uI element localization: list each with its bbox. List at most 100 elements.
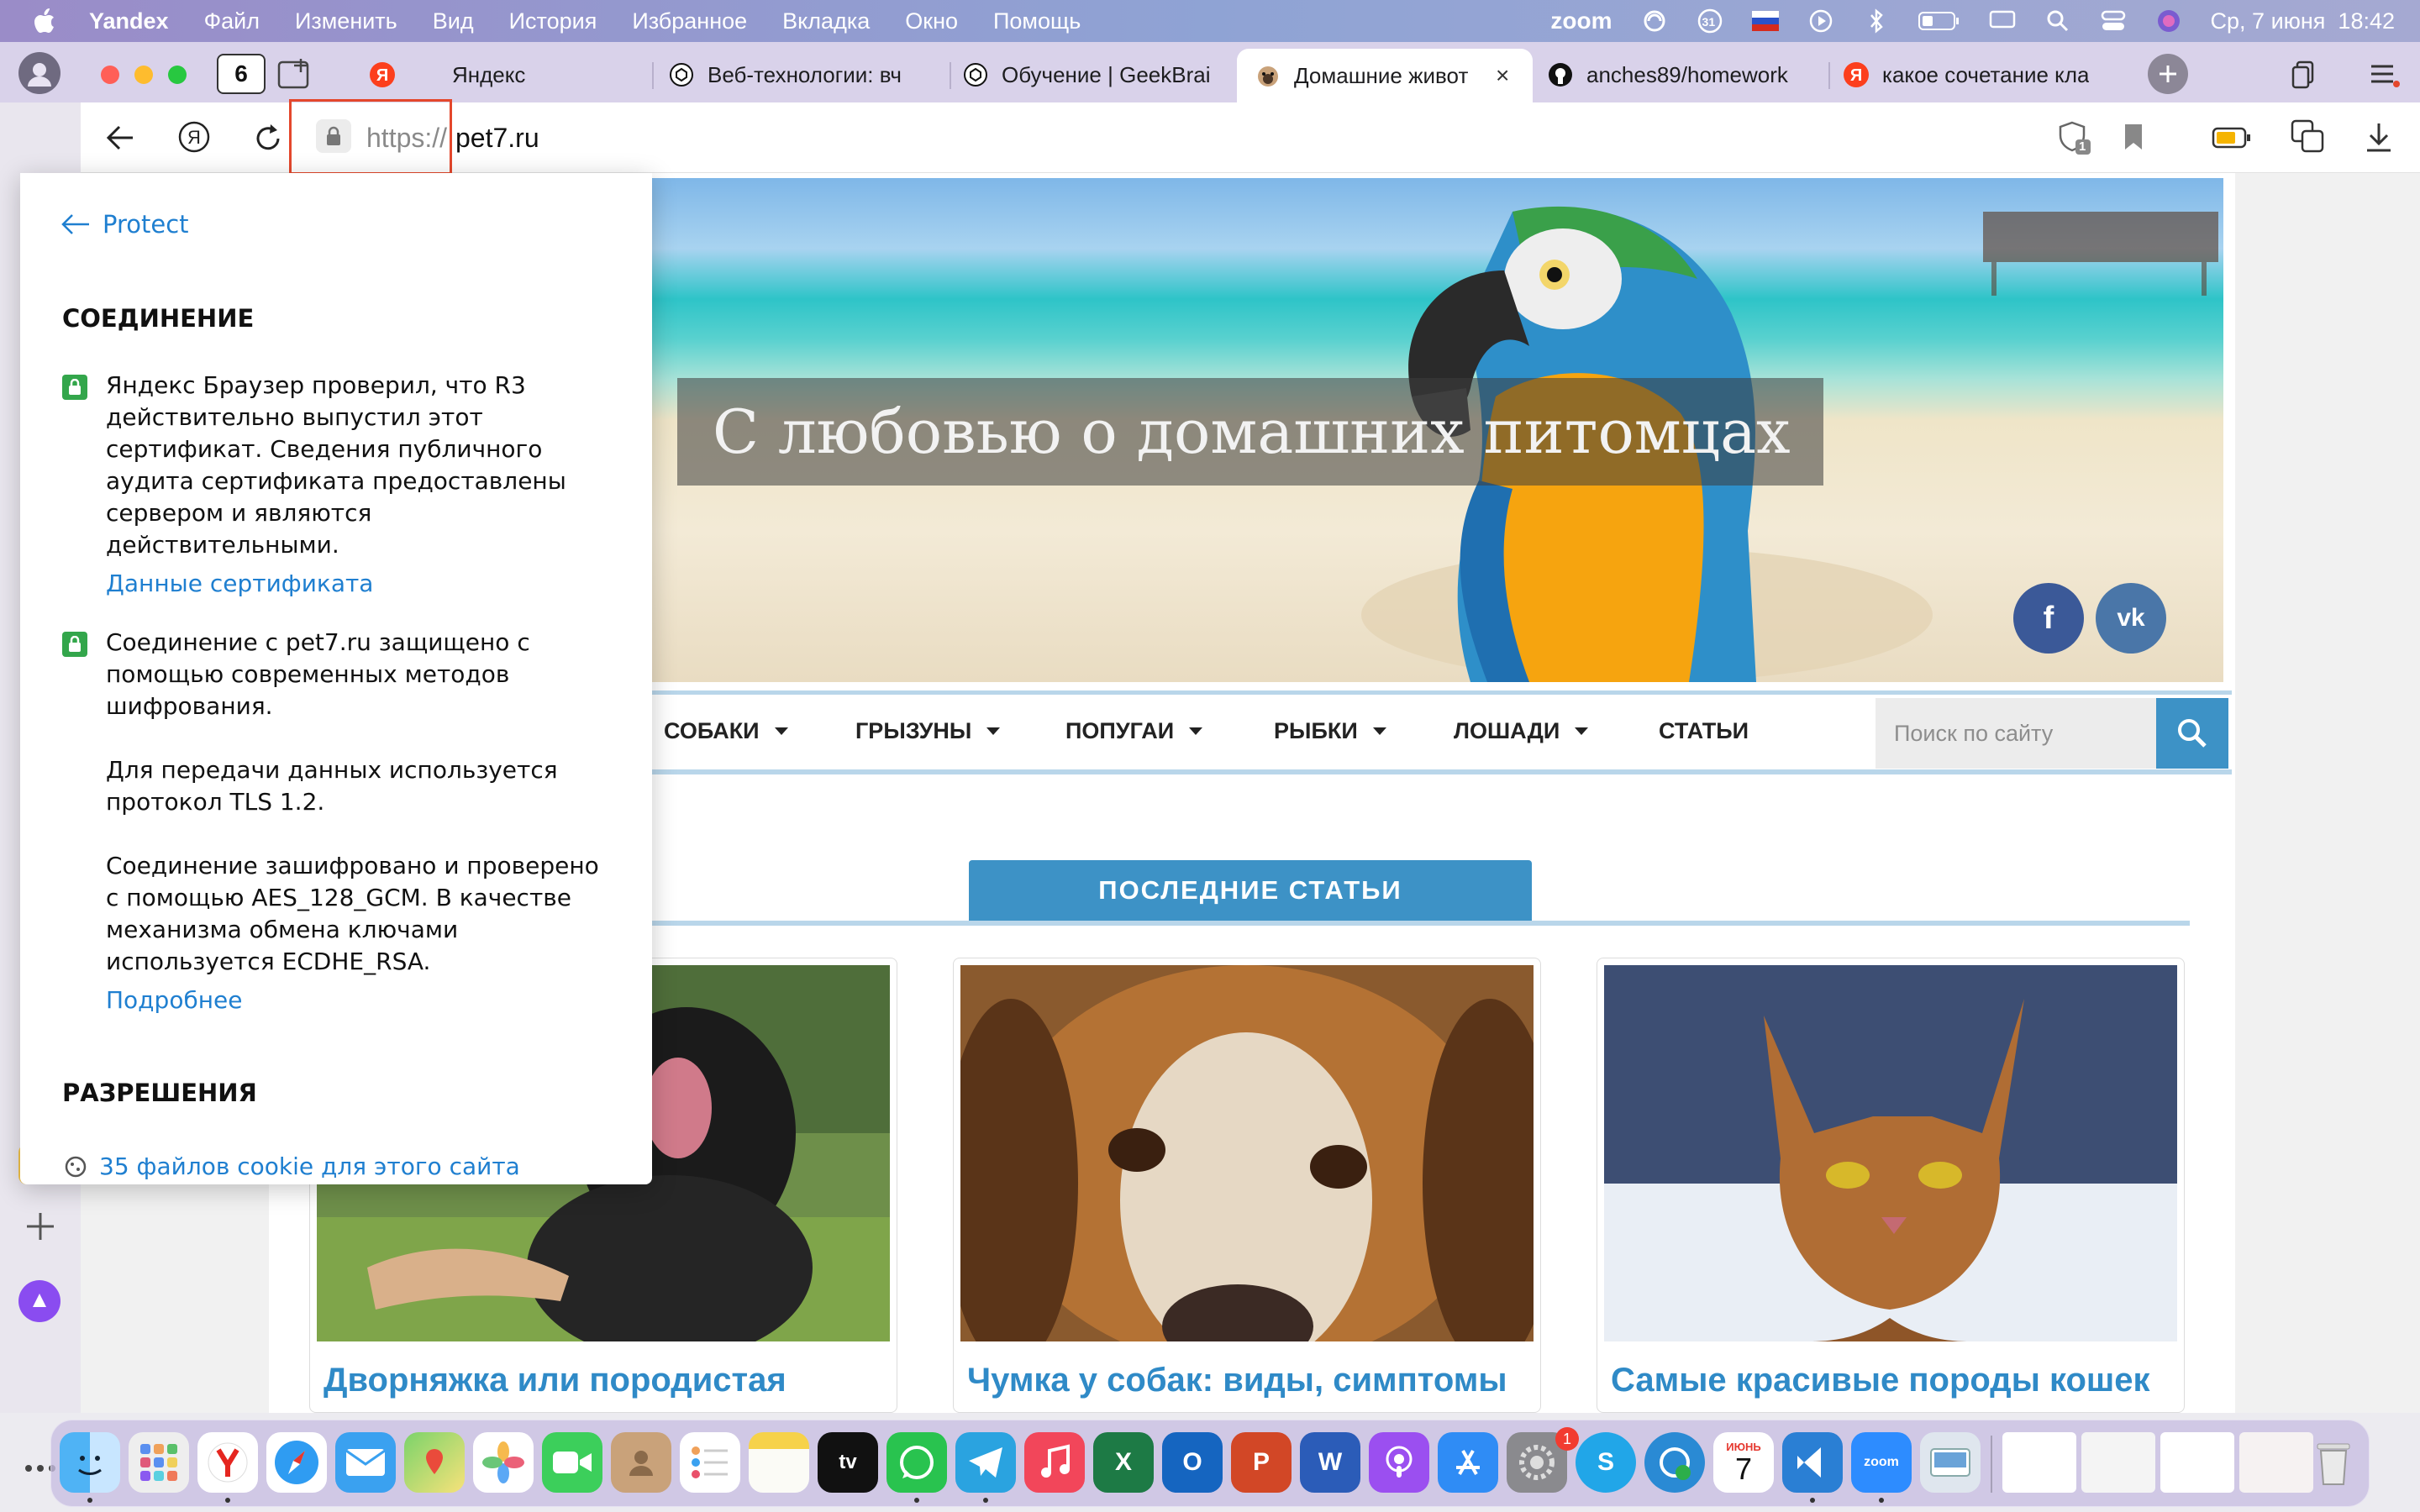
- translate-icon[interactable]: [2291, 119, 2324, 153]
- tab-pets-active[interactable]: Домашние живот ×: [1237, 49, 1533, 102]
- media-play-icon[interactable]: [1807, 8, 1834, 34]
- reload-button[interactable]: [252, 121, 284, 155]
- download-manager-icon[interactable]: [1644, 1432, 1705, 1493]
- menubar-datetime[interactable]: Ср, 7 июня 18:42: [2211, 8, 2395, 34]
- bluetooth-icon[interactable]: [1863, 8, 1890, 34]
- app-store-icon[interactable]: [1438, 1432, 1498, 1493]
- contacts-icon[interactable]: [611, 1432, 671, 1493]
- cookies-link[interactable]: 35 файлов cookie для этого сайта: [99, 1152, 520, 1180]
- skype-icon[interactable]: S: [1576, 1432, 1636, 1493]
- mail-icon[interactable]: [335, 1432, 396, 1493]
- spotlight-search-icon[interactable]: [2044, 8, 2071, 34]
- facebook-share-button[interactable]: f: [2013, 583, 2084, 654]
- launchpad-icon[interactable]: [129, 1432, 189, 1493]
- maps-icon[interactable]: [404, 1432, 465, 1493]
- nav-item-fish[interactable]: РЫБКИ: [1274, 718, 1386, 744]
- sync-status-icon[interactable]: [1641, 8, 1668, 34]
- window-close-button[interactable]: [101, 66, 119, 84]
- sidebar-add-icon[interactable]: [24, 1210, 57, 1243]
- tab-yandex[interactable]: Я Яндекс: [370, 50, 647, 99]
- facetime-icon[interactable]: [542, 1432, 602, 1493]
- nav-item-rodents[interactable]: ГРЫЗУНЫ: [855, 718, 1001, 744]
- trash-icon[interactable]: [2303, 1432, 2364, 1493]
- apple-menu-icon[interactable]: [34, 8, 55, 34]
- menu-history[interactable]: История: [509, 8, 597, 34]
- tab-groups-button[interactable]: 6: [217, 54, 266, 94]
- minimized-window-thumbnail[interactable]: [2081, 1432, 2155, 1493]
- cookies-row[interactable]: 35 файлов cookie для этого сайта: [64, 1152, 520, 1180]
- tab-close-icon[interactable]: ×: [1496, 62, 1509, 89]
- minimized-window-thumbnail[interactable]: [2160, 1432, 2234, 1493]
- vscode-icon[interactable]: [1782, 1432, 1843, 1493]
- photos-icon[interactable]: [473, 1432, 534, 1493]
- menu-window[interactable]: Окно: [905, 8, 958, 34]
- minimized-window-thumbnail[interactable]: [2002, 1432, 2076, 1493]
- control-center-icon[interactable]: [2100, 8, 2127, 34]
- bookmark-icon[interactable]: [2123, 123, 2144, 151]
- nav-item-parrots[interactable]: ПОПУГАИ: [1065, 718, 1203, 744]
- calendar-icon[interactable]: ИЮНЬ 7: [1713, 1432, 1774, 1493]
- menu-view[interactable]: Вид: [433, 8, 474, 34]
- more-info-link[interactable]: Подробнее: [106, 986, 242, 1014]
- nav-item-dogs[interactable]: СОБАКИ: [664, 718, 788, 744]
- excel-icon[interactable]: X: [1093, 1432, 1154, 1493]
- menu-tab[interactable]: Вкладка: [782, 8, 870, 34]
- profile-avatar-icon[interactable]: [18, 52, 60, 94]
- menu-favorites[interactable]: Избранное: [632, 8, 747, 34]
- zoom-app-icon[interactable]: zoom: [1851, 1432, 1912, 1493]
- finder-icon[interactable]: [60, 1432, 120, 1493]
- url-field[interactable]: https:// pet7.ru: [313, 114, 1825, 161]
- window-minimize-button[interactable]: [134, 66, 153, 84]
- downloads-icon[interactable]: [2365, 121, 2393, 153]
- safari-icon[interactable]: [266, 1432, 327, 1493]
- menu-edit[interactable]: Изменить: [295, 8, 397, 34]
- battery-icon[interactable]: [1918, 8, 1960, 34]
- collections-icon[interactable]: [2291, 60, 2316, 89]
- input-source-flag-icon[interactable]: [1751, 8, 1779, 34]
- article-title[interactable]: Чумка у собак: виды, симптомы: [967, 1362, 1507, 1399]
- alice-assistant-icon[interactable]: [18, 1280, 60, 1322]
- back-button[interactable]: [104, 123, 136, 153]
- menu-help[interactable]: Помощь: [993, 8, 1081, 34]
- browser-menu-icon[interactable]: [2370, 62, 2400, 87]
- yandex-browser-icon[interactable]: [197, 1432, 258, 1493]
- tab-github[interactable]: anches89/homework: [1548, 50, 1825, 99]
- certificate-details-link[interactable]: Данные сертификата: [106, 570, 373, 597]
- nav-item-articles[interactable]: СТАТЬИ: [1659, 718, 1749, 744]
- vk-share-button[interactable]: vk: [2096, 583, 2166, 654]
- app-menu-yandex[interactable]: Yandex: [89, 8, 169, 34]
- battery-saver-icon[interactable]: [2212, 126, 2252, 150]
- telegram-icon[interactable]: [955, 1432, 1016, 1493]
- siri-icon[interactable]: [2155, 8, 2182, 34]
- music-icon[interactable]: [1024, 1432, 1085, 1493]
- outlook-icon[interactable]: O: [1162, 1432, 1223, 1493]
- article-title[interactable]: Дворняжка или породистая: [324, 1362, 786, 1399]
- menu-file[interactable]: Файл: [204, 8, 260, 34]
- new-tab-group-icon[interactable]: [277, 57, 314, 91]
- powerpoint-icon[interactable]: P: [1231, 1432, 1292, 1493]
- tab-geekbrains[interactable]: Обучение | GeekBrai: [963, 50, 1230, 99]
- word-icon[interactable]: W: [1300, 1432, 1360, 1493]
- article-card[interactable]: Чумка у собак: виды, симптомы: [953, 958, 1541, 1413]
- apple-tv-icon[interactable]: tv: [818, 1432, 878, 1493]
- preview-icon[interactable]: [1920, 1432, 1981, 1493]
- protect-shield-icon[interactable]: 1: [2057, 119, 2092, 156]
- minimized-window-thumbnail[interactable]: [2239, 1432, 2313, 1493]
- article-title[interactable]: Самые красивые породы кошек: [1611, 1362, 2150, 1399]
- protect-back-button[interactable]: Protect: [60, 210, 189, 239]
- article-card[interactable]: Самые красивые породы кошек: [1597, 958, 2185, 1413]
- site-search-button[interactable]: [2156, 698, 2228, 769]
- calendar-status-icon[interactable]: 31: [1697, 8, 1723, 34]
- tab-yandex-search[interactable]: Я какое сочетание кла: [1844, 50, 2121, 99]
- podcasts-icon[interactable]: [1369, 1432, 1429, 1493]
- site-search-input[interactable]: Поиск по сайту: [1876, 698, 2156, 769]
- notes-icon[interactable]: [749, 1432, 809, 1493]
- zoom-status-label[interactable]: zoom: [1550, 8, 1612, 34]
- window-zoom-button[interactable]: [168, 66, 187, 84]
- whatsapp-icon[interactable]: [886, 1432, 947, 1493]
- reminders-icon[interactable]: [680, 1432, 740, 1493]
- new-tab-button[interactable]: [2148, 54, 2188, 94]
- nav-item-horses[interactable]: ЛОШАДИ: [1454, 718, 1589, 744]
- yandex-home-button[interactable]: Я: [176, 119, 212, 155]
- tab-web-technologies[interactable]: Веб-технологии: вч: [669, 50, 946, 99]
